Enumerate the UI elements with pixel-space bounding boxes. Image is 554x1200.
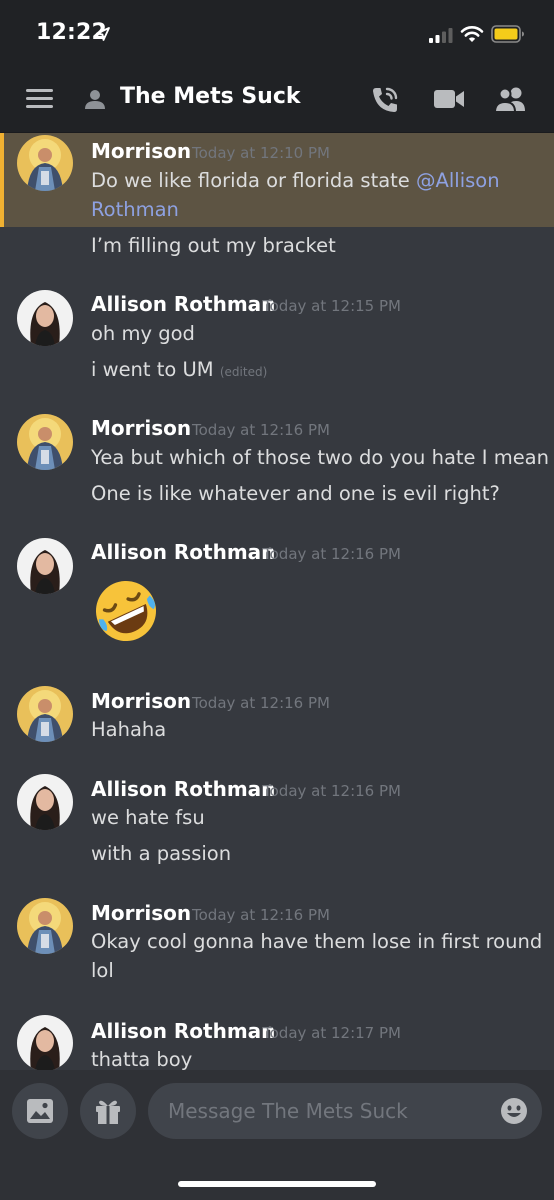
avatar-allison[interactable] bbox=[17, 538, 73, 594]
message-text: i went to UM (edited) bbox=[91, 358, 267, 381]
avatar-morrison[interactable] bbox=[17, 686, 73, 742]
allison-avatar-image bbox=[17, 774, 73, 830]
channel-header: The Mets Suck bbox=[0, 66, 554, 133]
message-timestamp: Today at 12:10 PM bbox=[192, 144, 330, 162]
image-upload-button[interactable] bbox=[12, 1083, 68, 1139]
battery-icon bbox=[491, 25, 524, 43]
message-list[interactable]: Morrison Today at 12:10 PM Do we like fl… bbox=[0, 133, 554, 1070]
location-arrow-icon bbox=[96, 27, 110, 41]
morrison-avatar-image bbox=[17, 135, 73, 191]
members-icon[interactable] bbox=[494, 85, 528, 113]
message-timestamp: Today at 12:16 PM bbox=[192, 906, 330, 924]
allison-avatar-image bbox=[17, 538, 73, 594]
cellular-signal-icon bbox=[429, 28, 453, 43]
message-text: lol bbox=[91, 959, 114, 982]
message-author[interactable]: Allison Rothman bbox=[91, 777, 275, 801]
user-icon bbox=[85, 90, 105, 109]
emoji-picker-icon[interactable] bbox=[500, 1097, 528, 1125]
message-author[interactable]: Allison Rothman bbox=[91, 540, 275, 564]
message-input[interactable]: Message The Mets Suck bbox=[148, 1083, 542, 1139]
message-text: One is like whatever and one is evil rig… bbox=[91, 482, 500, 505]
message-text: Yea but which of those two do you hate I… bbox=[91, 446, 549, 469]
message-text: oh my god bbox=[91, 322, 195, 345]
message-text: Hahaha bbox=[91, 718, 167, 741]
message-text: Okay cool gonna have them lose in first … bbox=[91, 930, 543, 953]
message-author[interactable]: Allison Rothman bbox=[91, 1019, 275, 1043]
home-indicator bbox=[178, 1181, 376, 1187]
message-author[interactable]: Morrison bbox=[91, 139, 191, 163]
message-text-part: Do we like florida or florida state bbox=[91, 169, 417, 192]
status-bar: 12:22 bbox=[0, 0, 554, 66]
allison-avatar-image bbox=[17, 290, 73, 346]
rolling-on-floor-laughing-emoji[interactable] bbox=[92, 577, 160, 645]
message-timestamp: Today at 12:16 PM bbox=[263, 782, 401, 800]
video-camera-icon[interactable] bbox=[433, 87, 465, 111]
avatar-morrison[interactable] bbox=[17, 898, 73, 954]
image-upload-icon bbox=[27, 1099, 53, 1123]
message-text: Do we like florida or florida state @All… bbox=[91, 169, 500, 192]
wifi-icon bbox=[460, 26, 484, 42]
phone-call-icon[interactable] bbox=[369, 84, 401, 116]
user-mention[interactable]: @Allison bbox=[416, 169, 500, 192]
hamburger-menu-icon[interactable] bbox=[26, 88, 53, 109]
morrison-avatar-image bbox=[17, 414, 73, 470]
message-text: thatta boy bbox=[91, 1048, 193, 1070]
morrison-avatar-image bbox=[17, 898, 73, 954]
message-author[interactable]: Morrison bbox=[91, 416, 191, 440]
message-timestamp: Today at 12:16 PM bbox=[192, 694, 330, 712]
channel-title: The Mets Suck bbox=[120, 84, 301, 109]
avatar-allison[interactable] bbox=[17, 1015, 73, 1070]
message-text: with a passion bbox=[91, 842, 232, 865]
avatar-allison[interactable] bbox=[17, 774, 73, 830]
message-timestamp: Today at 12:16 PM bbox=[263, 545, 401, 563]
message-timestamp: Today at 12:16 PM bbox=[192, 421, 330, 439]
user-mention[interactable]: Rothman bbox=[91, 198, 179, 221]
message-author[interactable]: Morrison bbox=[91, 901, 191, 925]
message-input-placeholder: Message The Mets Suck bbox=[168, 1099, 408, 1123]
message-text: I’m filling out my bracket bbox=[91, 234, 336, 257]
message-author[interactable]: Morrison bbox=[91, 689, 191, 713]
edited-label: (edited) bbox=[219, 365, 268, 379]
allison-avatar-image bbox=[17, 1015, 73, 1070]
message-text: Rothman bbox=[91, 198, 179, 221]
message-timestamp: Today at 12:15 PM bbox=[263, 297, 401, 315]
avatar-morrison[interactable] bbox=[17, 135, 73, 191]
avatar-morrison[interactable] bbox=[17, 414, 73, 470]
avatar-allison[interactable] bbox=[17, 290, 73, 346]
gift-icon bbox=[96, 1100, 120, 1124]
message-text-part: i went to UM bbox=[91, 358, 214, 381]
message-text: we hate fsu bbox=[91, 806, 205, 829]
gift-button[interactable] bbox=[80, 1083, 136, 1139]
message-timestamp: Today at 12:17 PM bbox=[263, 1024, 401, 1042]
morrison-avatar-image bbox=[17, 686, 73, 742]
message-author[interactable]: Allison Rothman bbox=[91, 292, 275, 316]
